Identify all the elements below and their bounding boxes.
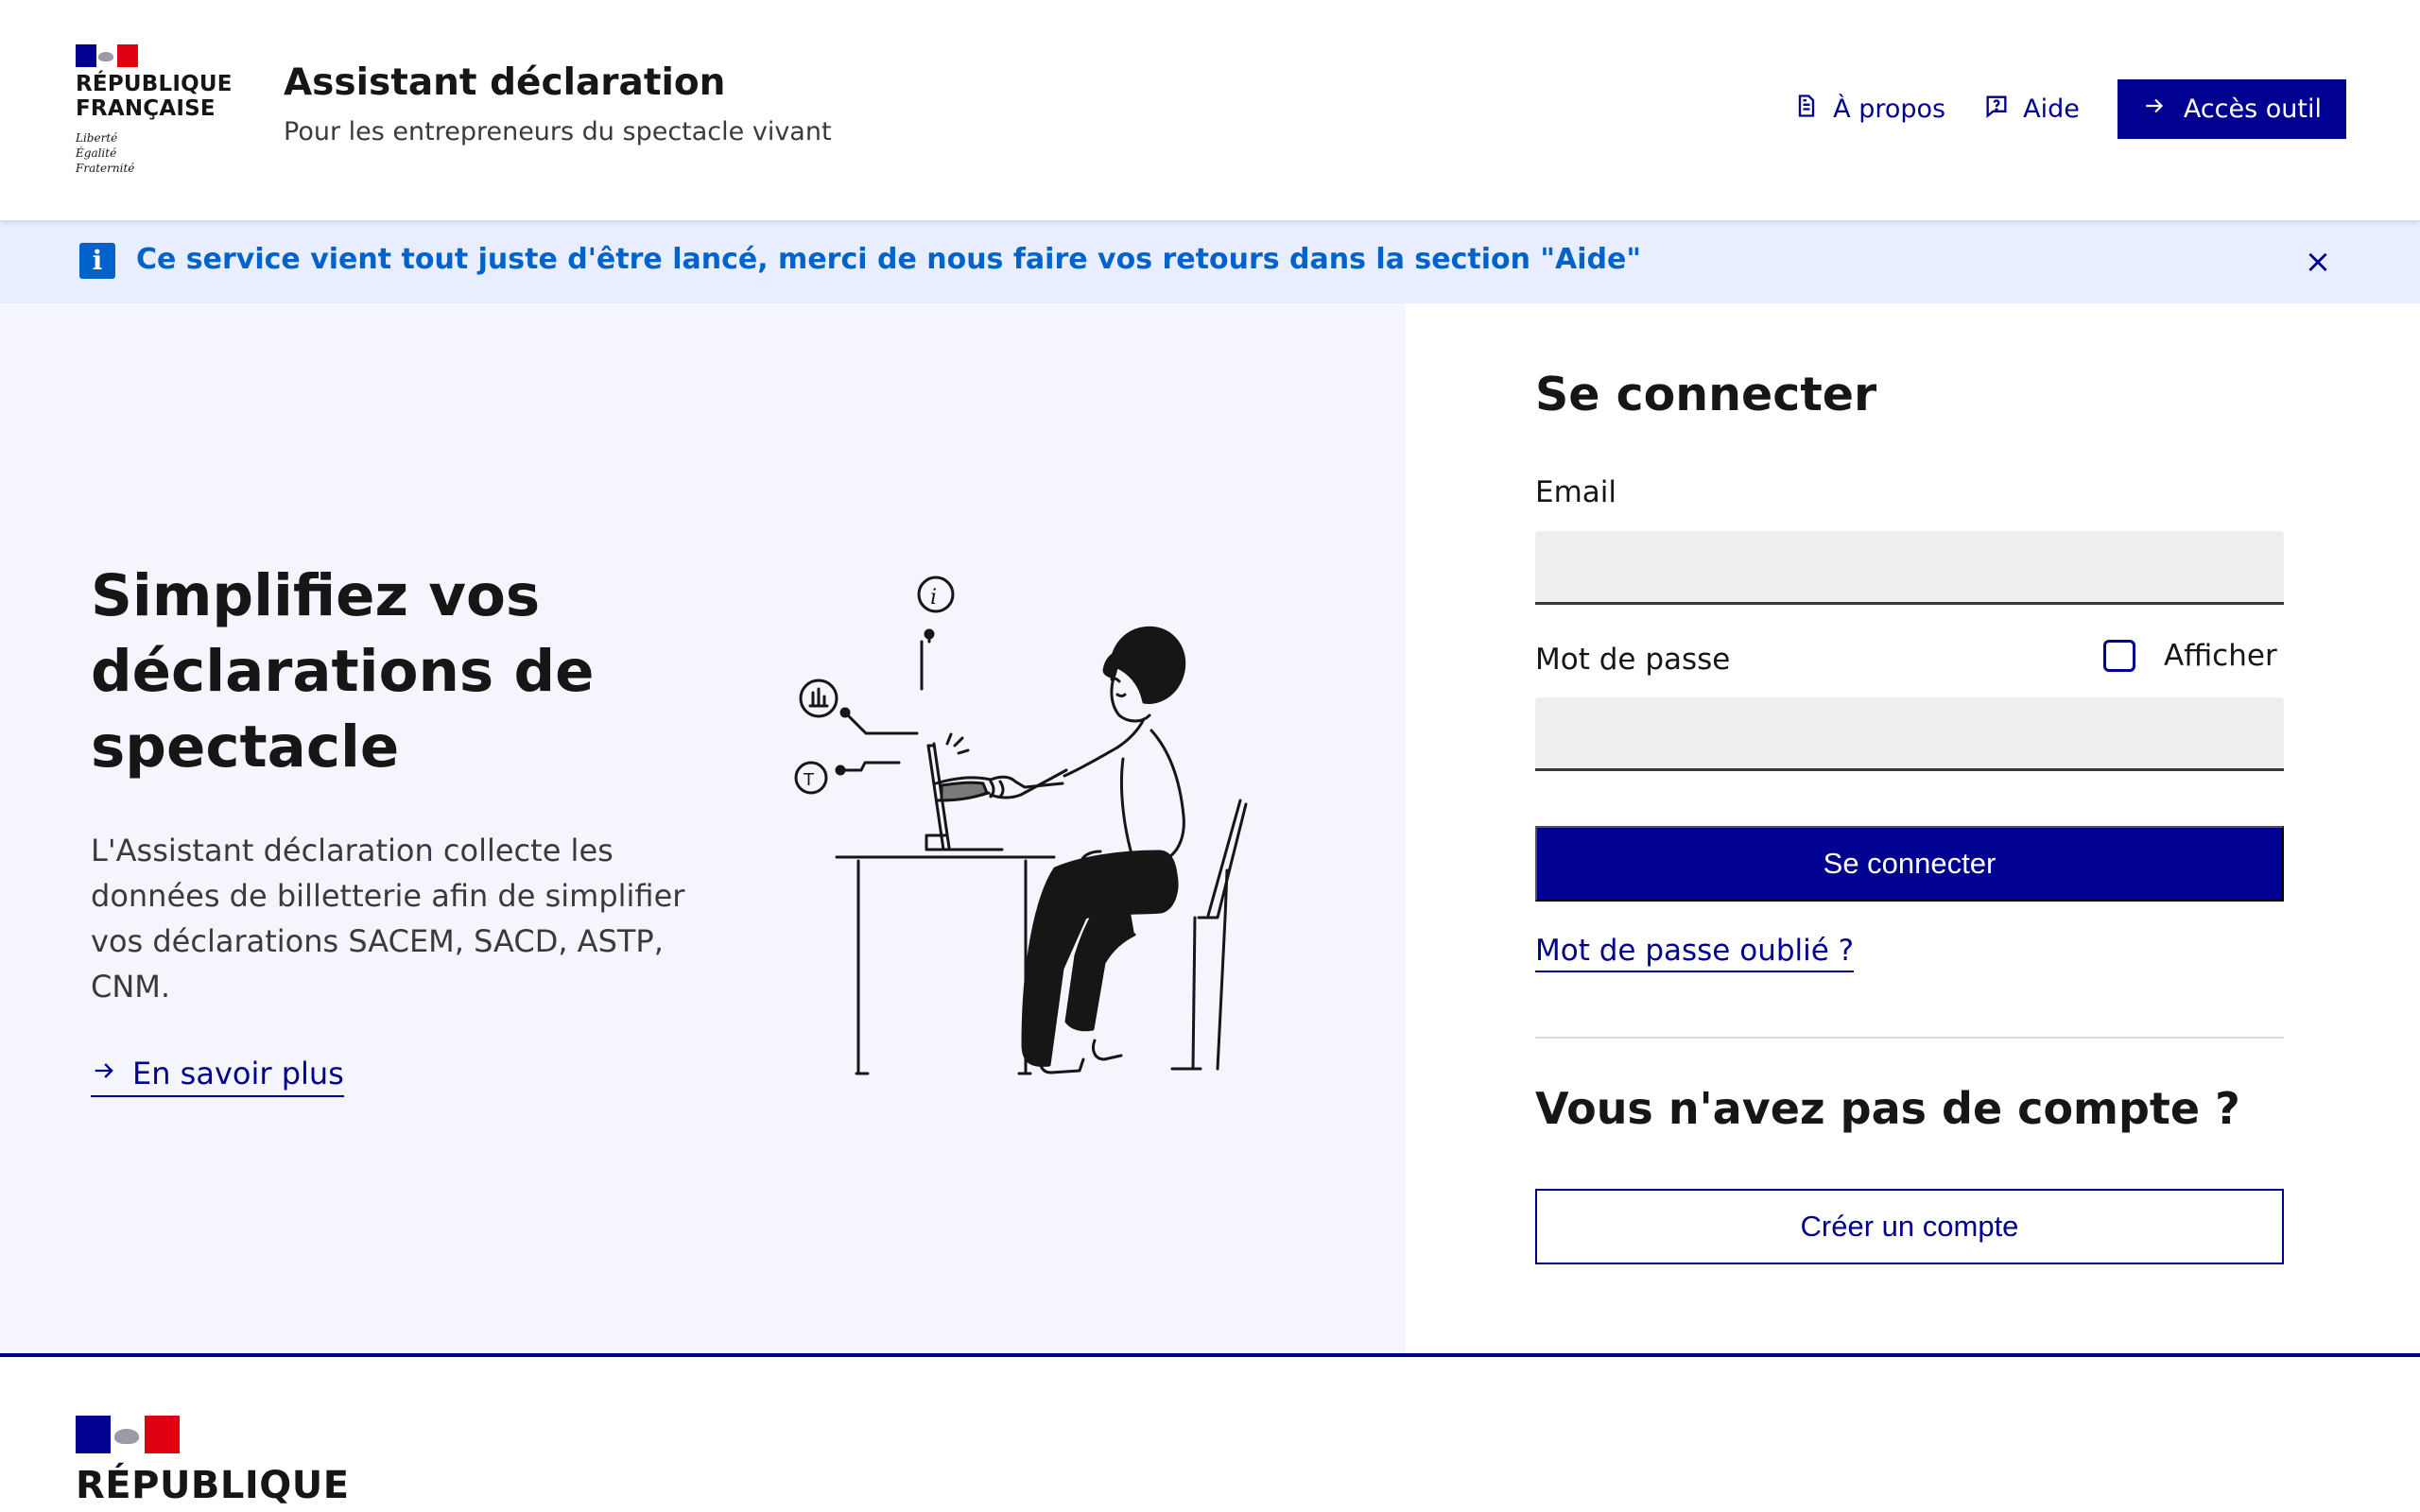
help-link[interactable]: Aide [1983,93,2080,126]
no-account-title: Vous n'avez pas de compte ? [1535,1083,2240,1134]
hero-title: Simplifiez vos déclarations de spectacle [91,562,595,781]
hero-description: L'Assistant déclaration collecte les don… [91,833,685,1005]
notice-banner: i Ce service vient tout juste d'être lan… [0,220,2420,303]
footer-logo-text: RÉPUBLIQUE [76,1464,350,1507]
show-password-label: Afficher [2164,639,2277,673]
hero-section: Simplifiez vos déclarations de spectacle… [0,303,1406,1353]
notice-text: Ce service vient tout juste d'être lancé… [136,243,1641,276]
site-header: RÉPUBLIQUE FRANÇAISE Liberté Égalité Fra… [0,0,2420,220]
info-icon: i [79,243,115,279]
arrow-right-icon [2142,94,2167,125]
logo-text: RÉPUBLIQUE FRANÇAISE [76,72,233,121]
site-footer: RÉPUBLIQUE [0,1353,2420,1512]
french-flag-icon [76,44,138,67]
french-flag-icon [76,1416,181,1453]
logo-line-2: FRANÇAISE [76,96,216,121]
header-tools: À propos Aide Accès outil [1793,79,2346,139]
about-link[interactable]: À propos [1793,93,1945,126]
forgot-password-link[interactable]: Mot de passe oublié ? [1535,934,1855,972]
learn-more-link[interactable]: En savoir plus [91,1056,344,1097]
footer-logo[interactable]: RÉPUBLIQUE [76,1416,350,1508]
help-label: Aide [2023,94,2080,124]
arrow-right-icon [91,1056,117,1091]
person-at-computer-illustration: i T [794,576,1248,1075]
password-label: Mot de passe [1535,643,1731,677]
login-section: Se connecter Email Mot de passe Afficher… [1406,303,2420,1353]
about-label: À propos [1833,94,1946,124]
motto-fraternite: Fraternité [76,162,135,175]
republique-francaise-logo[interactable]: RÉPUBLIQUE FRANÇAISE Liberté Égalité Fra… [76,44,233,176]
create-account-button[interactable]: Créer un compte [1535,1189,2284,1264]
service-tagline: Pour les entrepreneurs du spectacle viva… [284,117,832,146]
close-icon[interactable]: × [2297,241,2339,283]
email-label: Email [1535,475,1617,509]
access-tool-label: Accès outil [2183,94,2322,124]
motto-egalite: Égalité [76,146,117,160]
access-tool-button[interactable]: Accès outil [2117,79,2346,139]
svg-text:T: T [803,770,815,790]
learn-more-label: En savoir plus [132,1056,344,1091]
divider [1535,1037,2284,1039]
login-title: Se connecter [1535,368,1877,421]
show-password-toggle[interactable]: Afficher [2103,639,2277,673]
show-password-checkbox[interactable] [2103,640,2135,672]
motto-liberte: Liberté [76,131,118,145]
service-title[interactable]: Assistant déclaration [284,61,725,104]
document-icon [1793,93,1820,126]
email-field[interactable] [1535,531,2284,605]
logo-motto: Liberté Égalité Fraternité [76,130,233,176]
question-icon [1983,93,2010,126]
logo-line-1: RÉPUBLIQUE [76,72,233,96]
password-field[interactable] [1535,697,2284,771]
svg-text:i: i [930,586,937,610]
login-button[interactable]: Se connecter [1535,826,2284,902]
